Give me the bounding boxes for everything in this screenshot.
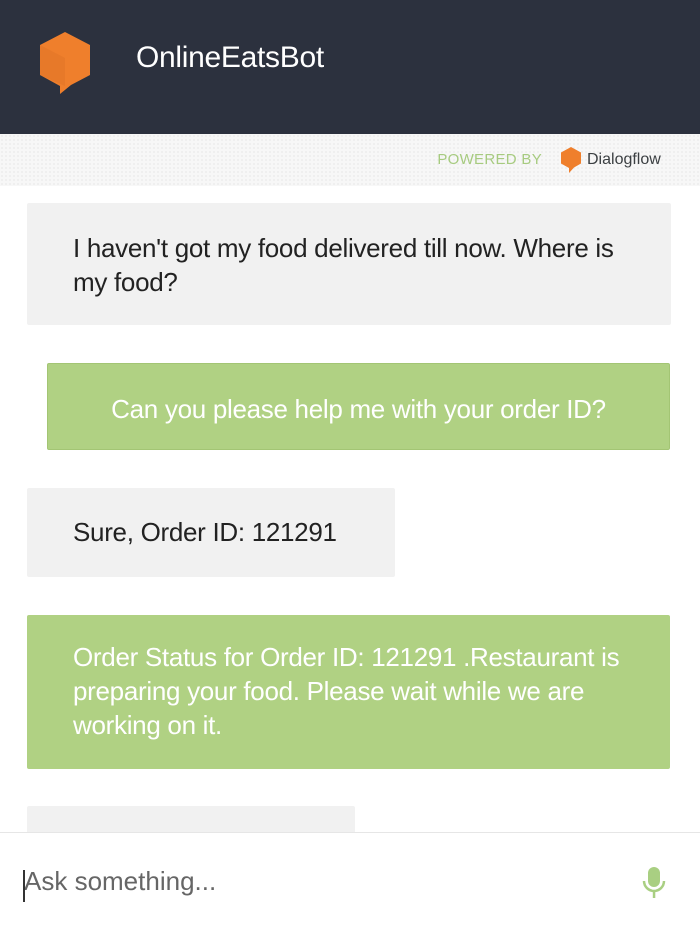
chat-bubble-hexagon-icon <box>40 32 90 94</box>
message-bot: Can you please help me with your order I… <box>47 363 670 450</box>
message-user: Sure, Order ID: 121291 <box>27 488 395 577</box>
dialogflow-logo-icon <box>561 147 581 173</box>
text-caret <box>23 870 25 902</box>
powered-by-label: POWERED BY <box>437 151 542 168</box>
message-user: I haven't got my food delivered till now… <box>27 203 671 325</box>
microphone-icon[interactable] <box>641 866 667 900</box>
chat-header: OnlineEatsBot <box>0 0 700 134</box>
message-input[interactable] <box>22 861 622 901</box>
chat-window: OnlineEatsBot POWERED BY Dialogflow I ha… <box>0 0 700 925</box>
message-composer <box>0 832 700 925</box>
bot-name: OnlineEatsBot <box>136 41 324 74</box>
dialogflow-brand: Dialogflow <box>587 151 661 168</box>
message-bot: Order Status for Order ID: 121291 .Resta… <box>27 615 670 769</box>
